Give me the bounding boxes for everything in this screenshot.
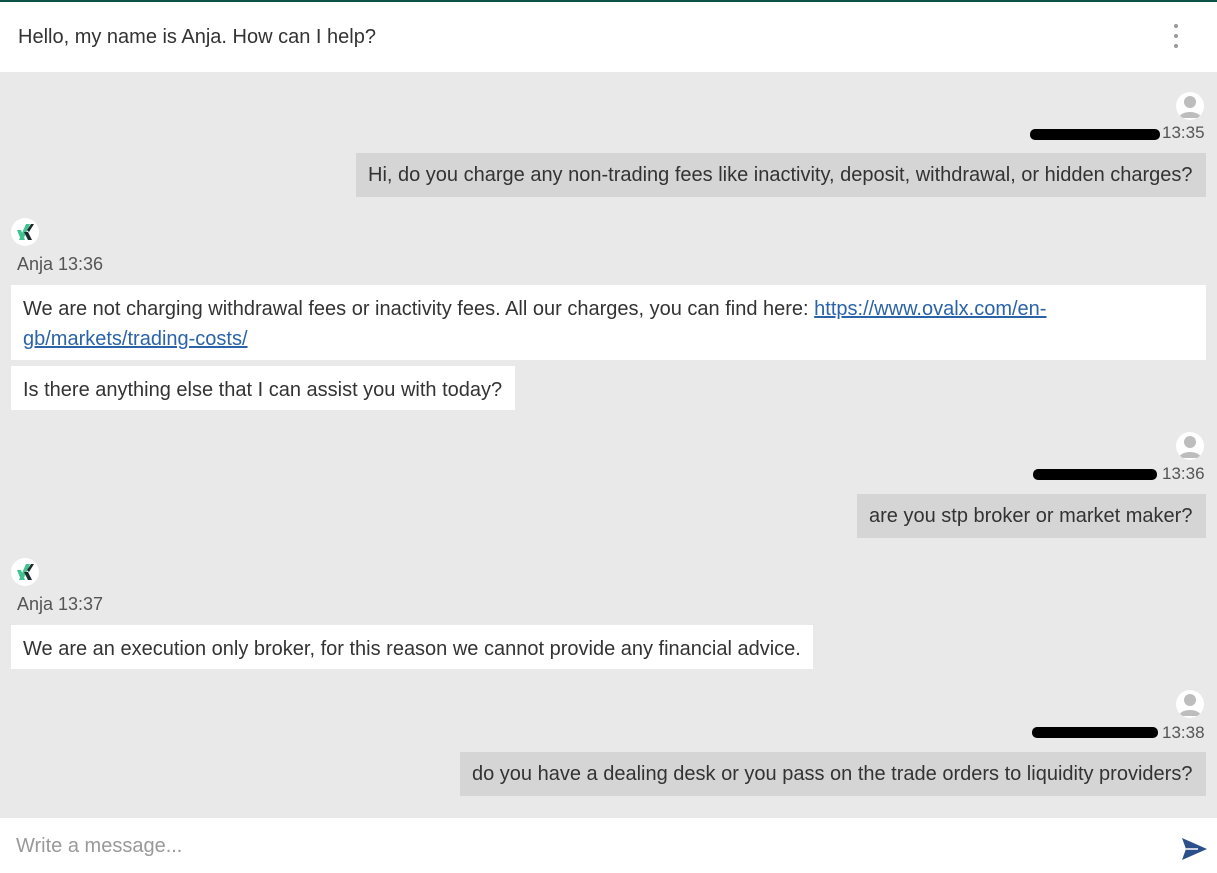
header-title: Hello, my name is Anja. How can I help?	[18, 26, 376, 48]
agent-message-bubble: We are not charging withdrawal fees or i…	[11, 285, 1206, 360]
message-input[interactable]	[16, 832, 1136, 860]
agent-name-time: Anja 13:36	[17, 254, 104, 274]
user-avatar-icon	[1176, 92, 1204, 120]
user-message-bubble: do you have a dealing desk or you pass o…	[460, 752, 1206, 796]
ovalx-logo-icon	[11, 558, 39, 586]
message-list[interactable]: 13:35 Hi, do you charge any non-trading …	[0, 72, 1217, 818]
user-avatar-icon	[1176, 432, 1204, 460]
send-icon[interactable]	[1180, 836, 1208, 862]
more-vertical-icon[interactable]	[1166, 22, 1186, 50]
redacted-username	[1030, 129, 1160, 140]
agent-message-text: We are not charging withdrawal fees or i…	[23, 298, 815, 320]
user-message-bubble: are you stp broker or market maker?	[857, 494, 1206, 538]
message-composer	[0, 818, 1217, 873]
redacted-username	[1032, 727, 1158, 738]
agent-name-time: Anja 13:37	[17, 594, 104, 614]
message-time: 13:36	[1162, 464, 1205, 483]
user-message-bubble: Hi, do you charge any non-trading fees l…	[356, 153, 1206, 197]
redacted-username	[1033, 469, 1157, 480]
message-time: 13:35	[1162, 123, 1205, 142]
ovalx-logo-icon	[11, 218, 39, 246]
agent-message-bubble: We are an execution only broker, for thi…	[11, 625, 813, 669]
message-time: 13:38	[1162, 723, 1205, 742]
user-avatar-icon	[1176, 690, 1204, 718]
chat-header: Hello, my name is Anja. How can I help?	[0, 2, 1217, 72]
agent-message-bubble: Is there anything else that I can assist…	[11, 366, 515, 410]
